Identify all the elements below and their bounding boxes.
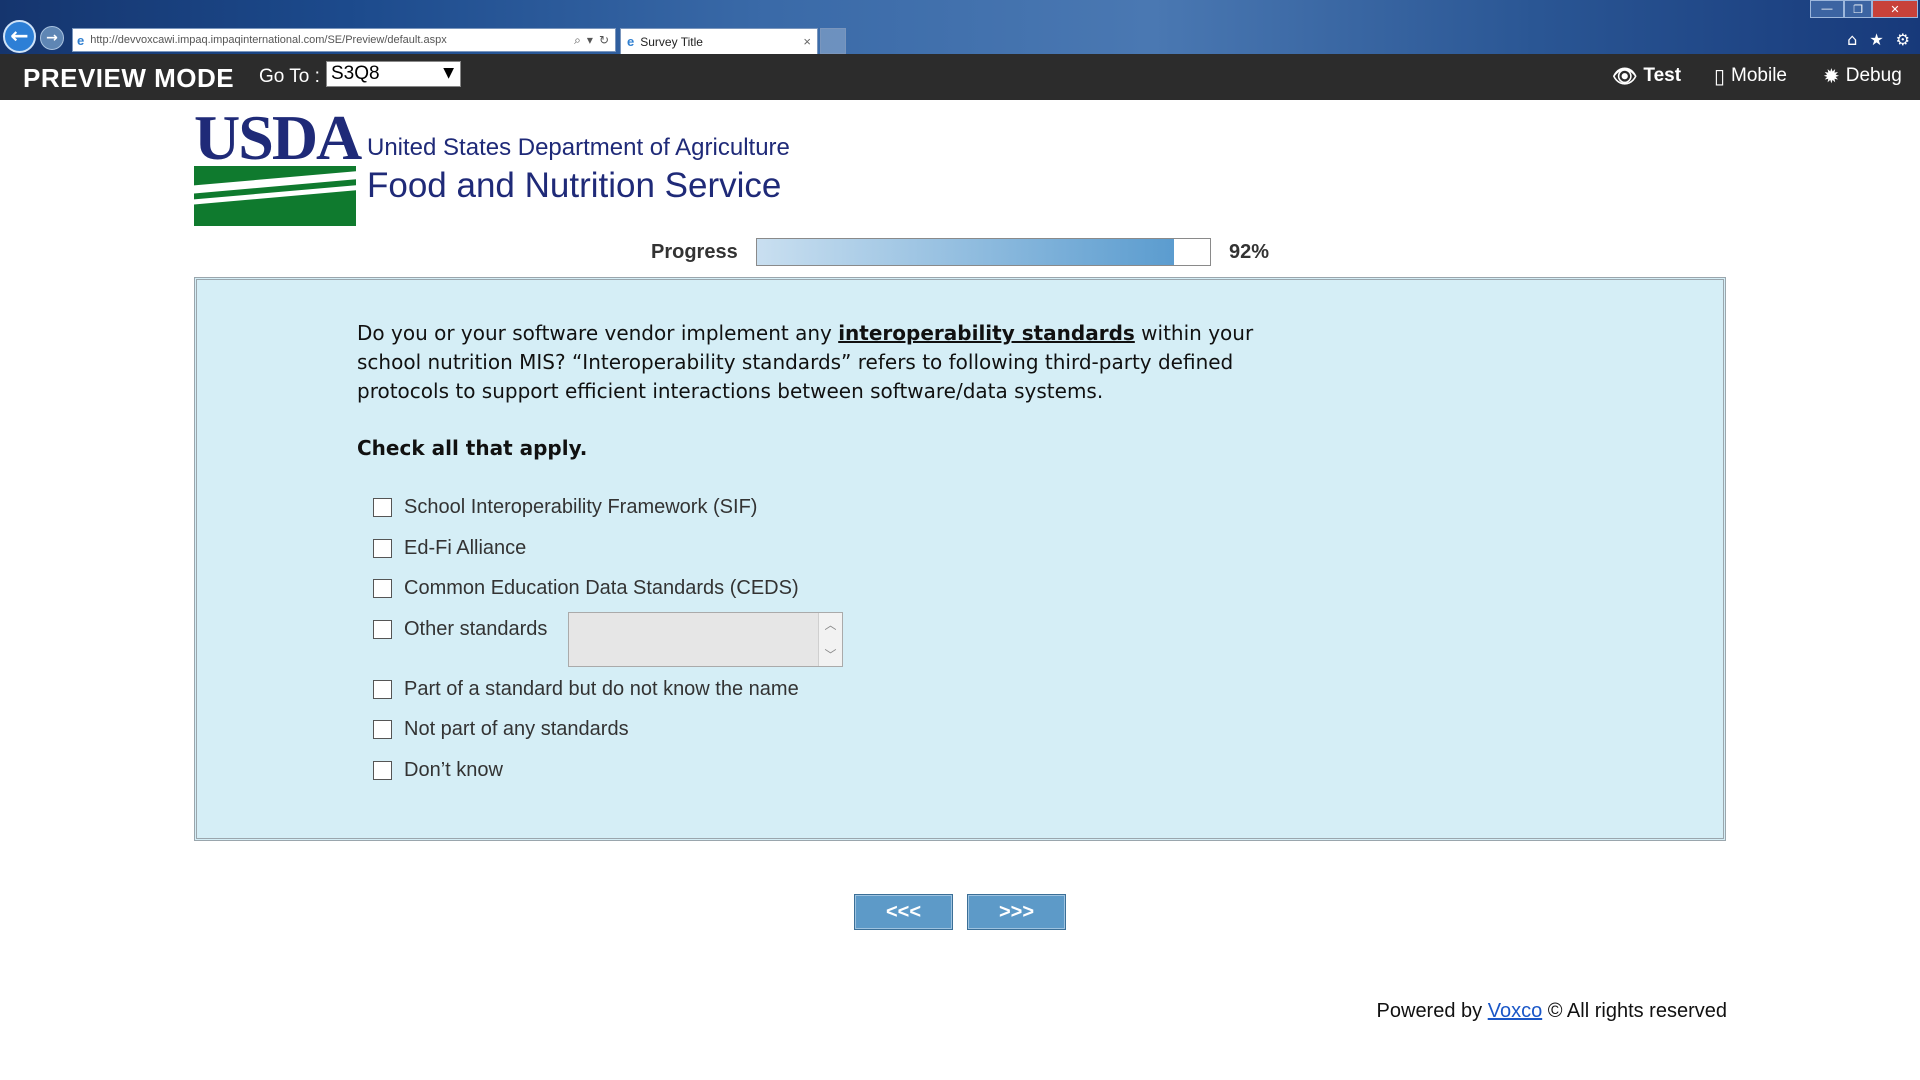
option-dont-know[interactable]: Don’t know: [373, 755, 503, 785]
progress-percent: 92%: [1229, 241, 1270, 263]
next-page-button[interactable]: >>>: [967, 894, 1066, 930]
search-icon[interactable]: ⌕: [574, 33, 581, 48]
checkbox[interactable]: [373, 679, 392, 699]
checkbox[interactable]: [373, 578, 392, 598]
option-label[interactable]: Not part of any standards: [404, 718, 629, 741]
refresh-icon[interactable]: ↻: [599, 33, 609, 47]
close-tab-icon[interactable]: ×: [803, 34, 811, 49]
agency-name: United States Department of Agriculture: [367, 134, 790, 161]
option-ceds[interactable]: Common Education Data Standards (CEDS): [373, 573, 799, 603]
debug-button[interactable]: ✹ Debug: [1823, 64, 1902, 88]
forward-arrow-icon: →: [46, 30, 58, 46]
usda-green-field: [194, 166, 356, 226]
other-standards-input[interactable]: ︿ ﹀: [568, 612, 843, 667]
url-text[interactable]: http://devvoxcawi.impaq.impaqinternation…: [90, 34, 574, 46]
favorites-star-icon[interactable]: ★: [1869, 30, 1883, 49]
question-text-start: Do you or your software vendor implement…: [357, 321, 839, 345]
option-sif[interactable]: School Interoperability Framework (SIF): [373, 492, 757, 522]
voxco-link[interactable]: Voxco: [1488, 1000, 1542, 1022]
mobile-button[interactable]: ▯ Mobile: [1714, 64, 1787, 88]
question-text: Do you or your software vendor implement…: [357, 319, 1317, 406]
tab-title: Survey Title: [640, 34, 703, 49]
dropdown-icon[interactable]: ▾: [587, 33, 593, 47]
question-instruction: Check all that apply.: [357, 436, 588, 460]
footer-rights: © All rights reserved: [1542, 1000, 1727, 1022]
close-window-icon[interactable]: ✕: [1872, 0, 1918, 18]
preview-toolbar: PREVIEW MODE Go To : S3Q8 ▼ 👁 Test ▯ Mob…: [0, 54, 1920, 100]
previous-page-button[interactable]: <<<: [854, 894, 953, 930]
option-label[interactable]: Other standards: [404, 618, 547, 641]
eye-icon: 👁: [1612, 64, 1638, 88]
tab-survey-title[interactable]: e Survey Title ×: [620, 28, 818, 54]
checkbox[interactable]: [373, 619, 392, 639]
progress-label: Progress: [651, 241, 738, 263]
option-label[interactable]: Ed-Fi Alliance: [404, 537, 526, 560]
footer-powered-by: Powered by: [1376, 1000, 1488, 1022]
new-tab-button[interactable]: [820, 28, 846, 54]
progress-fill: [757, 239, 1174, 265]
option-label[interactable]: Part of a standard but do not know the n…: [404, 678, 799, 701]
option-ed-fi[interactable]: Ed-Fi Alliance: [373, 533, 526, 563]
checkbox[interactable]: [373, 760, 392, 780]
ie-icon: e: [627, 34, 635, 49]
restore-icon[interactable]: ❐: [1844, 0, 1872, 18]
progress-bar: [756, 238, 1211, 266]
back-arrow-icon: ←: [10, 24, 29, 49]
checkbox[interactable]: [373, 538, 392, 558]
option-label[interactable]: Common Education Data Standards (CEDS): [404, 577, 799, 600]
preview-mode-title: PREVIEW MODE: [23, 63, 235, 93]
back-button[interactable]: ←: [3, 20, 36, 53]
option-unknown-standard[interactable]: Part of a standard but do not know the n…: [373, 674, 799, 704]
checkbox[interactable]: [373, 497, 392, 517]
browser-tools: ⌂ ★ ⚙: [1847, 30, 1910, 49]
option-no-standards[interactable]: Not part of any standards: [373, 714, 629, 744]
chevron-down-icon[interactable]: ﹀: [824, 646, 836, 663]
option-other[interactable]: Other standards: [373, 614, 547, 644]
service-name: Food and Nutrition Service: [367, 166, 782, 205]
usda-logo: USDA: [194, 106, 362, 226]
debug-label: Debug: [1845, 65, 1902, 86]
minimize-icon[interactable]: —: [1810, 0, 1844, 18]
chevron-down-icon: ▼: [443, 65, 454, 81]
test-label: Test: [1643, 65, 1682, 86]
mobile-phone-icon: ▯: [1714, 64, 1726, 88]
question-term: interoperability standards: [838, 321, 1135, 345]
forward-button[interactable]: →: [40, 26, 64, 50]
checkbox[interactable]: [373, 719, 392, 739]
test-button[interactable]: 👁 Test: [1612, 64, 1681, 88]
bug-icon: ✹: [1823, 64, 1840, 88]
settings-gear-icon[interactable]: ⚙: [1896, 30, 1910, 49]
option-label[interactable]: Don’t know: [404, 759, 503, 782]
browser-chrome: ← → e http://devvoxcawi.impaq.impaqinter…: [0, 0, 1920, 54]
usda-acronym: USDA: [194, 102, 362, 173]
goto-question-select[interactable]: S3Q8 ▼: [326, 61, 461, 87]
mobile-label: Mobile: [1731, 65, 1787, 86]
goto-selected-value: S3Q8: [331, 63, 380, 84]
chevron-up-icon[interactable]: ︿: [824, 616, 836, 633]
footer: Powered by Voxco © All rights reserved: [1377, 1000, 1727, 1023]
ie-icon: e: [77, 32, 85, 48]
address-bar[interactable]: e http://devvoxcawi.impaq.impaqinternati…: [72, 28, 616, 52]
goto-label: Go To :: [259, 66, 320, 87]
textarea-scrollbar[interactable]: ︿ ﹀: [818, 613, 842, 666]
option-label[interactable]: School Interoperability Framework (SIF): [404, 496, 757, 519]
home-icon[interactable]: ⌂: [1847, 30, 1857, 49]
